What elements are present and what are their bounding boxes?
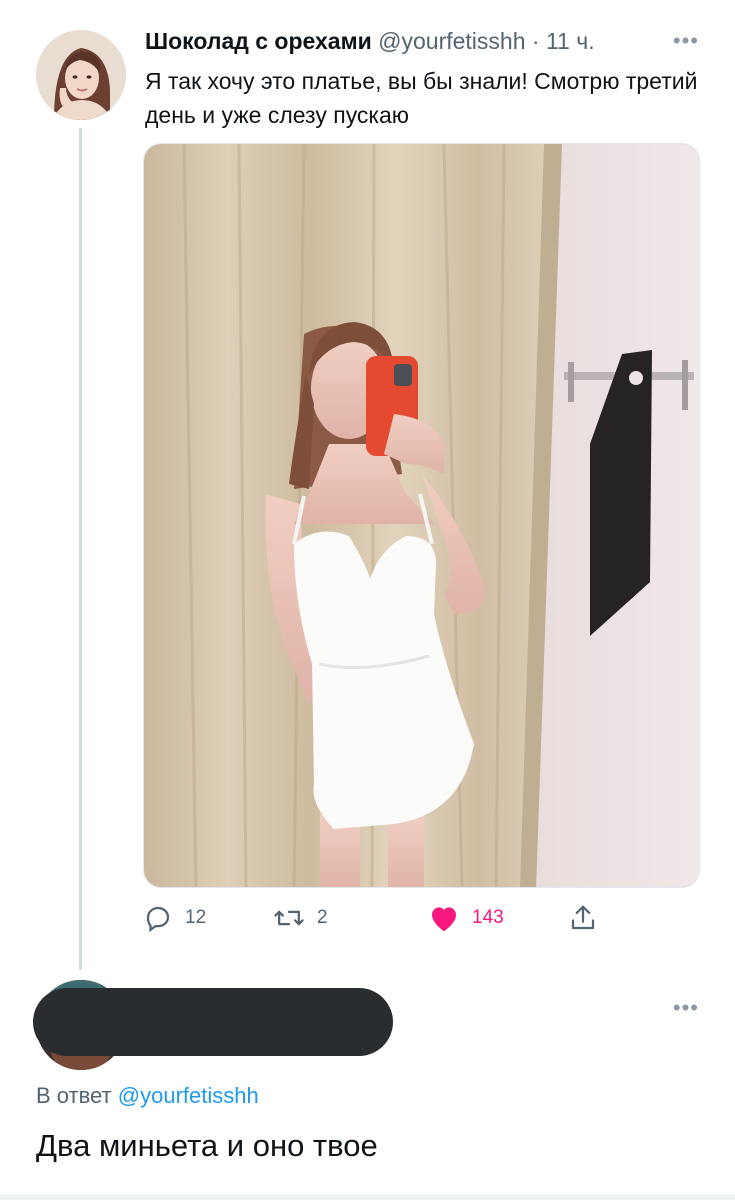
redacted-username-block [33,988,393,1056]
reply-text: Два миньета и оно твое [36,1128,378,1163]
reply-icon [143,903,173,933]
author-handle[interactable]: @yourfetisshh [378,28,525,54]
heart-icon [428,903,460,933]
share-action[interactable] [568,900,598,936]
tweet-text: Я так хочу это платье, вы бы знали! Смот… [145,68,698,128]
share-icon [568,903,598,933]
reply-to-line: В ответ @yourfetisshh [36,1083,259,1109]
reply-to-prefix: В ответ [36,1083,112,1108]
like-action[interactable]: 143 [428,900,504,936]
tweet-photo[interactable] [143,143,700,888]
reply-more-dots-icon[interactable]: ••• [673,995,699,1021]
author-avatar[interactable] [36,30,126,120]
thread-line [79,128,82,970]
tweet-header: Шоколад с орехами @yourfetisshh · 11 ч. [145,28,595,55]
header-separator: · [531,28,540,54]
retweet-action[interactable]: 2 [273,900,328,936]
tweet-actions: 12 2 143 [143,900,700,936]
like-count: 143 [472,907,504,928]
more-dots-icon[interactable]: ••• [673,28,699,54]
reply-to-mention[interactable]: @yourfetisshh [118,1083,259,1108]
retweet-icon [273,903,305,933]
bottom-divider [0,1194,735,1200]
reply-action[interactable]: 12 [143,900,206,936]
author-name[interactable]: Шоколад с орехами [145,28,372,54]
reply-count: 12 [185,907,207,928]
retweet-count: 2 [317,907,328,928]
tweet-time[interactable]: 11 ч. [546,28,595,54]
